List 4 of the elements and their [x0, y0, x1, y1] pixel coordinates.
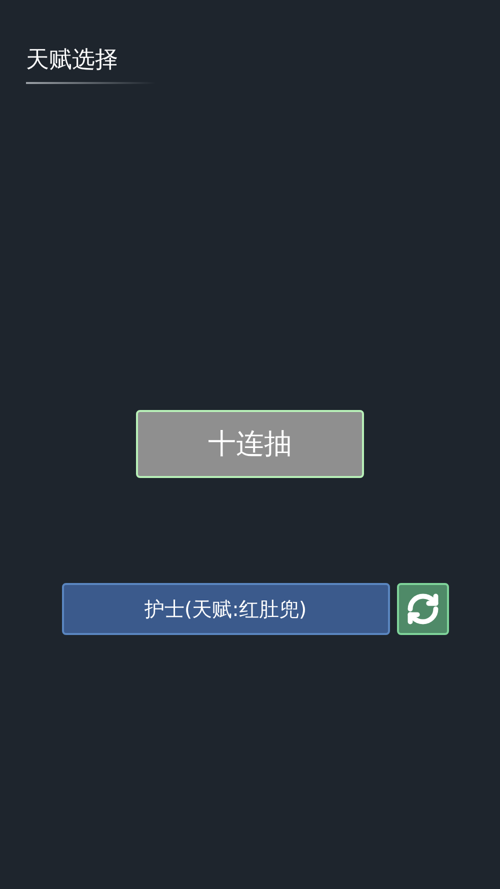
result-button[interactable]: 护士(天赋:红肚兜) [62, 583, 390, 635]
refresh-icon [406, 592, 440, 626]
refresh-button[interactable] [396, 583, 448, 635]
page-title: 天赋选择 [26, 46, 118, 75]
